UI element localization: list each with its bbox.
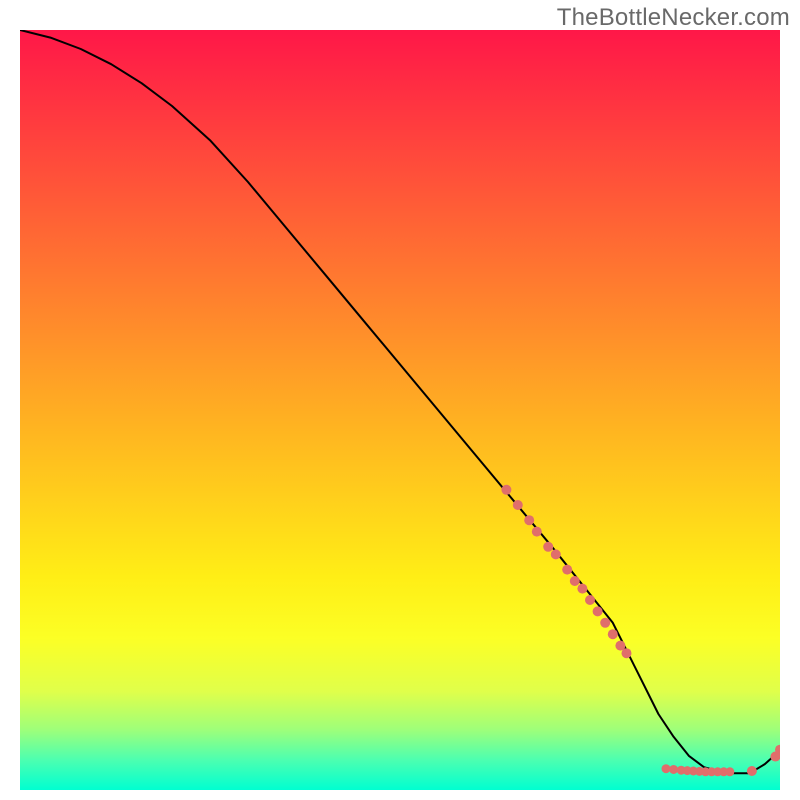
marker-cluster-a [562, 565, 572, 575]
marker-cluster-a [524, 515, 534, 525]
marker-cluster-a [570, 576, 580, 586]
marker-cluster-a [593, 606, 603, 616]
plot-area [20, 30, 780, 790]
marker-cluster-a [585, 595, 595, 605]
marker-cluster-a [608, 629, 618, 639]
watermark-text: TheBottleNecker.com [557, 4, 790, 32]
marker-cluster-a [501, 485, 511, 495]
marker-cluster-a [551, 549, 561, 559]
marker-point-c [747, 766, 757, 776]
marker-cluster-b [725, 767, 734, 776]
marker-cluster-a [577, 584, 587, 594]
marker-cluster-a [532, 527, 542, 537]
marker-cluster-a [513, 500, 523, 510]
marker-cluster-a [621, 648, 631, 658]
gradient-bg [20, 30, 780, 790]
marker-cluster-a [600, 618, 610, 628]
marker-cluster-a [543, 542, 553, 552]
chart-container: TheBottleNecker.com [0, 0, 800, 800]
marker-cluster-b [669, 765, 678, 774]
chart-svg [20, 30, 780, 790]
marker-cluster-b [662, 764, 671, 773]
